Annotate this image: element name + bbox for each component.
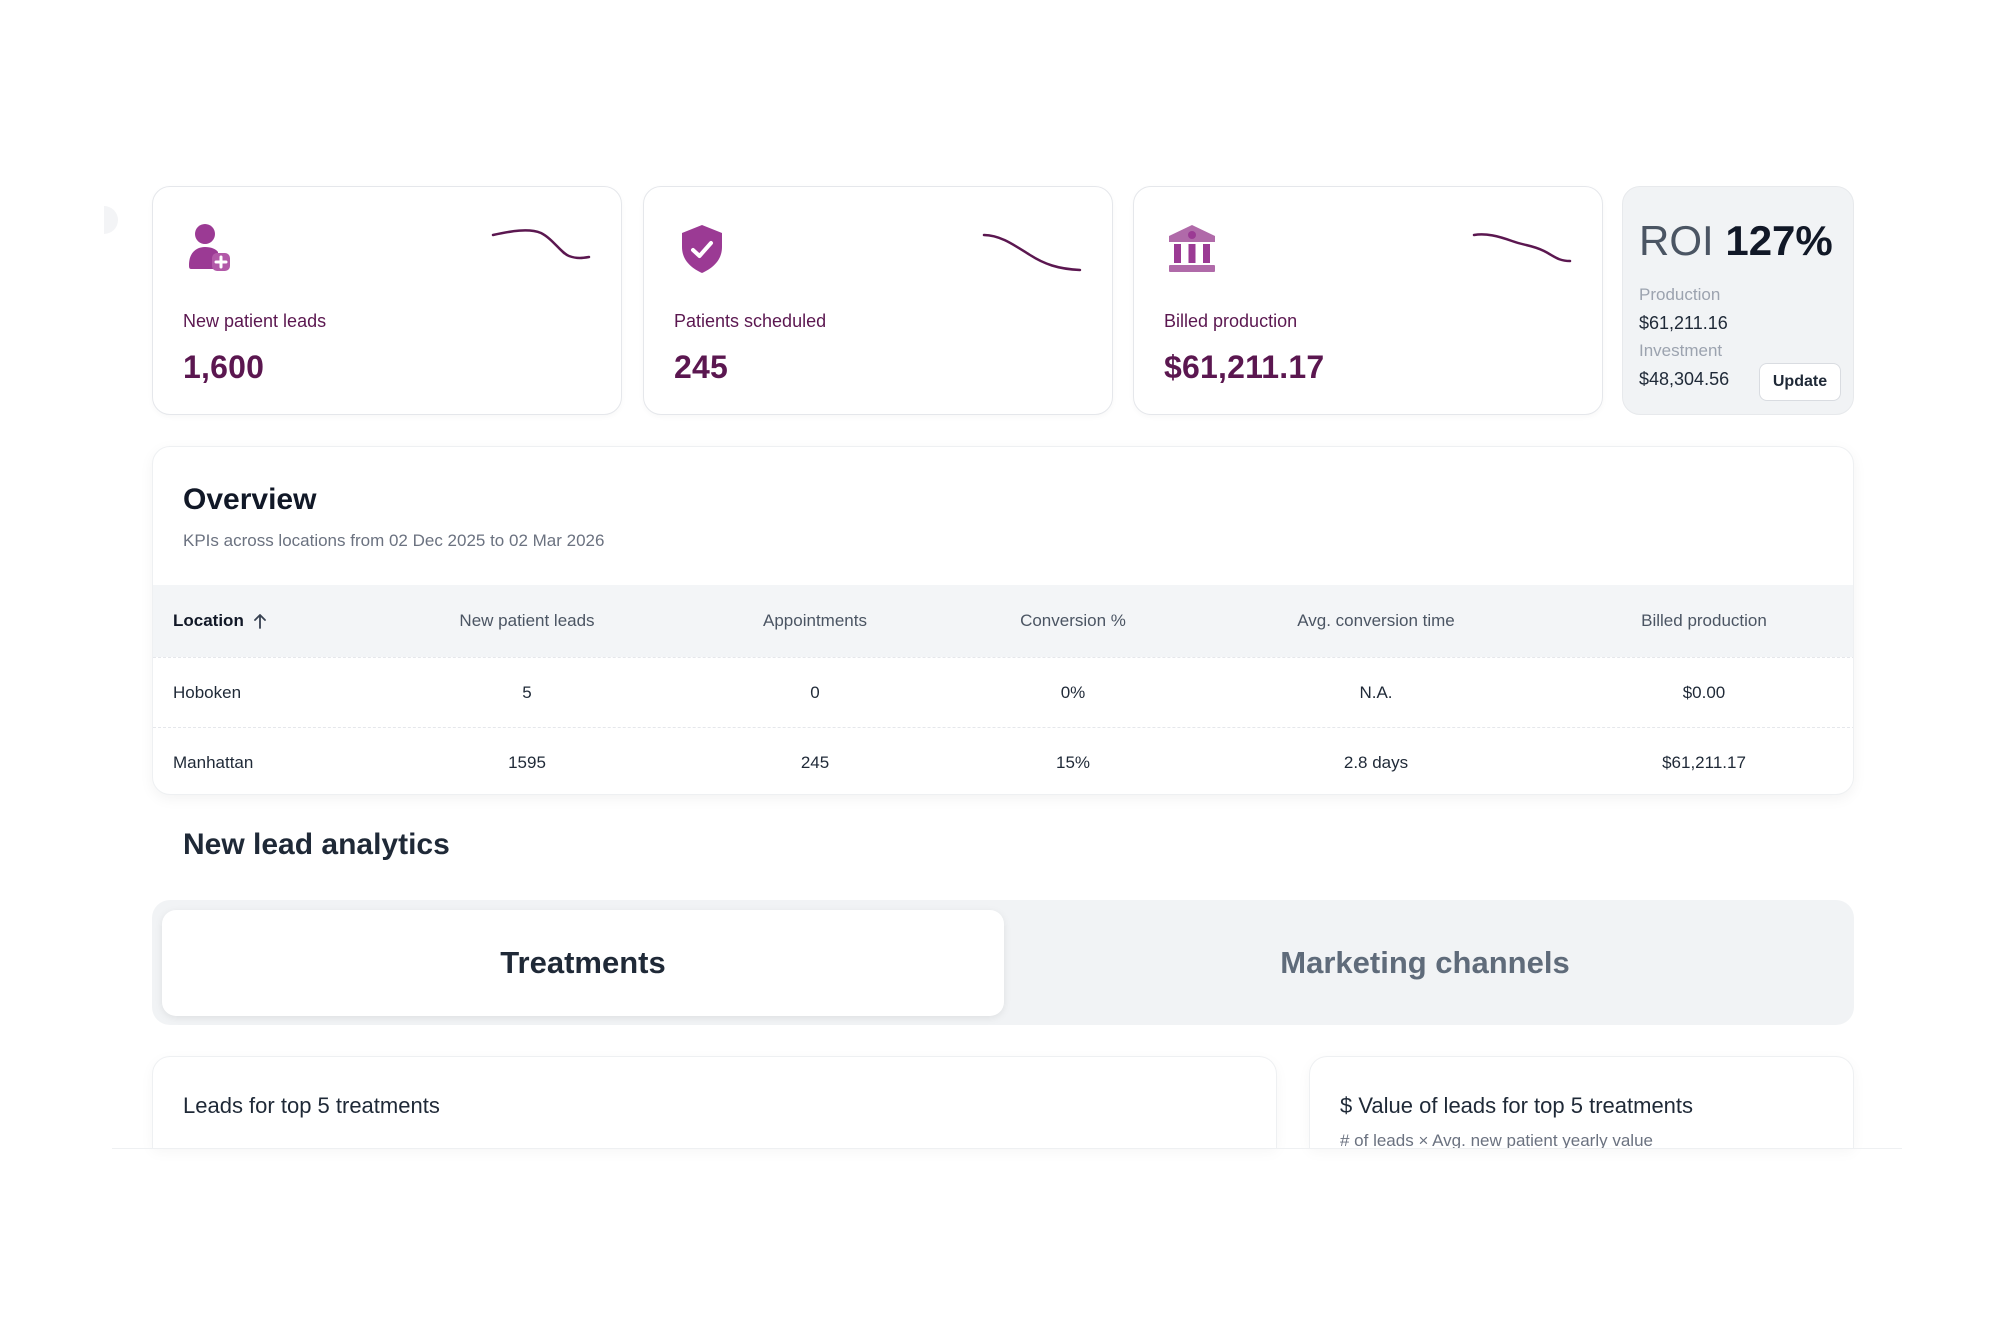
kpi-label: Patients scheduled: [674, 311, 827, 331]
kpi-value: 245: [674, 349, 728, 385]
cell-billed-production: $0.00: [1682, 682, 1726, 702]
sparkline-patients-scheduled: [982, 223, 1082, 275]
column-header-appointments[interactable]: Appointments: [665, 585, 965, 657]
kpi-card-billed-production: Billed production $61,211.17: [1133, 186, 1603, 415]
cell-conversion: 0%: [1060, 682, 1086, 702]
shield-check-icon: [674, 221, 730, 277]
cell-avg-conversion-time: 2.8 days: [1343, 752, 1409, 772]
table-header-row: Location New patient leads Appointments …: [153, 585, 1853, 657]
kpi-value: 1,600: [183, 349, 265, 385]
overview-table: Location New patient leads Appointments …: [153, 585, 1853, 794]
cell-conversion: 15%: [1055, 752, 1091, 772]
update-button[interactable]: Update: [1759, 363, 1841, 401]
roi-card: ROI 127% Production $61,211.16 Investmen…: [1622, 186, 1854, 415]
table-row[interactable]: Manhattan 1595 245 15% 2.8 days $61,211.…: [153, 727, 1853, 794]
bank-icon: [1164, 221, 1220, 277]
column-header-billed-production[interactable]: Billed production: [1554, 585, 1853, 657]
cell-billed-production: $61,211.17: [1662, 752, 1746, 772]
analytics-tabs: Treatments Marketing channels: [152, 900, 1854, 1025]
cell-new-patient-leads: 5: [522, 682, 532, 702]
column-header-avg-conversion-time[interactable]: Avg. conversion time: [1216, 585, 1536, 657]
overview-card: Overview KPIs across locations from 02 D…: [152, 446, 1854, 795]
roi-label: ROI: [1639, 217, 1714, 264]
card-title: $ Value of leads for top 5 treatments: [1340, 1093, 1694, 1118]
card-title: Leads for top 5 treatments: [183, 1093, 440, 1118]
section-title-new-lead-analytics: New lead analytics: [183, 828, 450, 861]
content-divider: [112, 1148, 1902, 1149]
kpi-label: Billed production: [1164, 311, 1298, 331]
table-row[interactable]: Hoboken 5 0 0% N.A. $0.00: [153, 657, 1853, 727]
investment-label: Investment: [1639, 341, 1723, 360]
sparkline-new-patient-leads: [491, 223, 591, 275]
sparkline-billed-production: [1472, 223, 1572, 275]
card-value-leads-top-treatments: $ Value of leads for top 5 treatments # …: [1309, 1056, 1854, 1148]
overview-subtitle: KPIs across locations from 02 Dec 2025 t…: [183, 531, 605, 550]
cell-new-patient-leads: 1595: [508, 752, 546, 772]
cell-appointments: 0: [810, 682, 820, 702]
cell-avg-conversion-time: N.A.: [1359, 682, 1393, 702]
kpi-card-patients-scheduled: Patients scheduled 245: [643, 186, 1113, 415]
column-header-new-patient-leads[interactable]: New patient leads: [377, 585, 677, 657]
investment-value: $48,304.56: [1639, 369, 1730, 389]
tab-treatments[interactable]: Treatments: [162, 910, 1004, 1016]
kpi-label: New patient leads: [183, 311, 327, 331]
production-value: $61,211.16: [1639, 313, 1728, 333]
column-header-label: Location: [173, 611, 244, 630]
dashboard-page: New patient leads 1,600 Patients schedul…: [0, 0, 2000, 1322]
roi-title: ROI 127%: [1639, 217, 1833, 265]
card-leads-top-treatments: Leads for top 5 treatments: [152, 1056, 1277, 1148]
kpi-card-new-patient-leads: New patient leads 1,600: [152, 186, 622, 415]
tab-marketing-channels[interactable]: Marketing channels: [1004, 910, 1846, 1016]
column-header-conversion[interactable]: Conversion %: [923, 585, 1223, 657]
cell-appointments: 245: [800, 752, 830, 772]
kpi-value: $61,211.17: [1164, 349, 1325, 385]
user-plus-icon: [183, 221, 239, 277]
roi-value: 127%: [1725, 217, 1833, 264]
sort-ascending-icon[interactable]: [252, 612, 268, 630]
card-subtitle: # of leads × Avg. new patient yearly val…: [1340, 1131, 1653, 1148]
collapsed-panel-handle[interactable]: [104, 206, 118, 234]
production-label: Production: [1639, 285, 1721, 304]
overview-title: Overview: [183, 483, 317, 516]
